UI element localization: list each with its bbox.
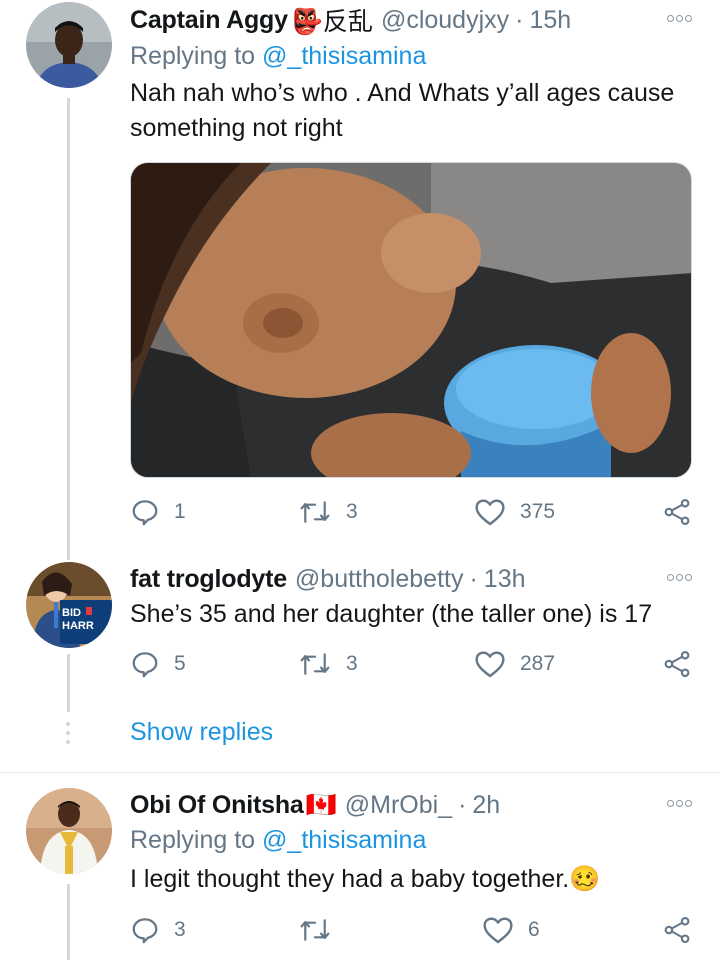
woozy-face-emoji: 🥴 bbox=[569, 865, 601, 893]
retweet-count: 3 bbox=[346, 652, 358, 675]
reply-button[interactable]: 3 bbox=[130, 910, 186, 950]
video-thumbnail[interactable] bbox=[130, 162, 692, 478]
share-icon bbox=[664, 916, 690, 944]
timestamp[interactable]: 13h bbox=[484, 565, 526, 594]
divider bbox=[0, 772, 720, 773]
reply-count: 1 bbox=[174, 500, 186, 523]
like-button[interactable]: 6 bbox=[482, 910, 540, 950]
timestamp[interactable]: 2h bbox=[472, 791, 500, 820]
tweet-text-body: I legit thought they had a baby together… bbox=[130, 865, 570, 893]
replying-to: Replying to @_thisisamina bbox=[130, 826, 426, 855]
retweet-icon bbox=[300, 501, 330, 523]
share-button[interactable] bbox=[662, 492, 692, 532]
like-count: 6 bbox=[528, 918, 540, 941]
like-count: 287 bbox=[520, 652, 556, 675]
tweet-fat-troglodyte[interactable]: BID HARR fat troglodyte @buttholebetty ·… bbox=[0, 562, 720, 772]
retweet-button[interactable]: 3 bbox=[298, 492, 358, 532]
reply-icon bbox=[132, 652, 158, 678]
retweet-button[interactable] bbox=[298, 910, 346, 950]
avatar[interactable]: BID HARR bbox=[26, 562, 112, 648]
tweet-text: I legit thought they had a baby together… bbox=[130, 862, 700, 897]
thread-line bbox=[67, 654, 70, 712]
reply-icon bbox=[132, 918, 158, 944]
display-name[interactable]: fat troglodyte bbox=[130, 565, 287, 594]
share-button[interactable] bbox=[662, 910, 692, 950]
handle[interactable]: @cloudyjxy bbox=[381, 6, 509, 35]
avatar[interactable] bbox=[26, 788, 112, 874]
tweet-header: Obi Of Onitsha 🇨🇦 @MrObi_ · 2h bbox=[130, 785, 500, 825]
retweet-button[interactable]: 3 bbox=[298, 644, 358, 684]
separator-dot: · bbox=[458, 790, 467, 819]
avatar[interactable] bbox=[26, 2, 112, 88]
reply-count: 5 bbox=[174, 652, 186, 675]
share-icon bbox=[664, 650, 690, 678]
thread-dots bbox=[66, 722, 71, 749]
like-icon bbox=[483, 917, 513, 944]
tweet-actions: 3 6 bbox=[130, 910, 700, 950]
retweet-icon bbox=[300, 919, 330, 941]
tweet-actions: 1 3 375 bbox=[130, 492, 700, 532]
timestamp[interactable]: 15h bbox=[529, 6, 571, 35]
replying-prefix: Replying to bbox=[130, 826, 263, 854]
handle[interactable]: @buttholebetty bbox=[295, 565, 464, 594]
retweet-count: 3 bbox=[346, 500, 358, 523]
tweet-text: She’s 35 and her daughter (the taller on… bbox=[130, 600, 653, 628]
tweet-header: Captain Aggy 👺反乱 @cloudyjxy · 15h bbox=[130, 0, 571, 40]
like-icon bbox=[475, 651, 505, 678]
separator-dot: · bbox=[469, 564, 478, 593]
more-icon[interactable] bbox=[667, 15, 692, 22]
tweet-header: fat troglodyte @buttholebetty · 13h bbox=[130, 559, 526, 599]
display-name[interactable]: Captain Aggy bbox=[130, 6, 288, 35]
more-icon[interactable] bbox=[667, 574, 692, 581]
thread-line bbox=[67, 884, 70, 960]
like-button[interactable]: 375 bbox=[474, 492, 555, 532]
display-name[interactable]: Obi Of Onitsha bbox=[130, 791, 304, 820]
reply-icon bbox=[132, 500, 158, 526]
mention-link[interactable]: @_thisisamina bbox=[262, 826, 426, 854]
thread-line bbox=[67, 98, 70, 560]
share-icon bbox=[664, 498, 690, 526]
reply-button[interactable]: 5 bbox=[130, 644, 186, 684]
show-replies-link[interactable]: Show replies bbox=[130, 718, 273, 747]
tweet-captain-aggy[interactable]: Captain Aggy 👺反乱 @cloudyjxy · 15h Replyi… bbox=[0, 0, 720, 560]
share-button[interactable] bbox=[662, 644, 692, 684]
like-count: 375 bbox=[520, 500, 556, 523]
mention-link[interactable]: @_thisisamina bbox=[262, 42, 426, 70]
tweet-obi-of-onitsha[interactable]: Obi Of Onitsha 🇨🇦 @MrObi_ · 2h Replying … bbox=[0, 786, 720, 960]
like-button[interactable]: 287 bbox=[474, 644, 555, 684]
separator-dot: · bbox=[515, 5, 524, 34]
avatar-sign-line2: HARR bbox=[62, 620, 94, 632]
tweet-text: Nah nah who’s who . And Whats y’all ages… bbox=[130, 79, 675, 142]
canada-flag: 🇨🇦 bbox=[305, 790, 337, 819]
avatar-sign-line1: BID bbox=[62, 607, 81, 619]
tweet-actions: 5 3 287 bbox=[130, 644, 700, 684]
retweet-icon bbox=[300, 653, 330, 675]
reply-count: 3 bbox=[174, 918, 186, 941]
like-icon bbox=[475, 499, 505, 526]
more-icon[interactable] bbox=[667, 800, 692, 807]
replying-to: Replying to @_thisisamina bbox=[130, 42, 426, 71]
name-badge: 👺反乱 bbox=[291, 8, 373, 36]
handle[interactable]: @MrObi_ bbox=[345, 791, 452, 820]
replying-prefix: Replying to bbox=[130, 42, 263, 70]
reply-button[interactable]: 1 bbox=[130, 492, 186, 532]
